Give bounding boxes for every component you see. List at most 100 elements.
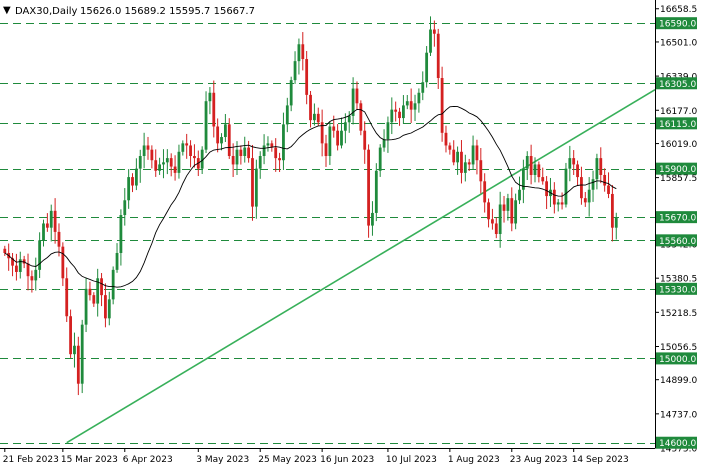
y-tick-label: 16019.0 [660,140,697,150]
candle-body [568,158,572,169]
candle-body [405,101,409,106]
candle-body [467,162,471,165]
candle-body [26,263,30,277]
candle-body [227,124,231,157]
candle-body [212,92,216,127]
ohlc-label: 15626.0 15689.2 15595.7 15667.7 [80,6,255,17]
candle-body [425,52,429,83]
candle-body [138,156,142,169]
candle-body [297,44,301,62]
candle-body [49,210,53,228]
candle-body [552,189,556,205]
candle-body [556,202,560,205]
candle-body [460,151,463,173]
candle-body [564,168,568,205]
candle-body [402,105,405,119]
candle-body [282,124,285,161]
candle-body [216,126,220,144]
x-tick-label: 15 Mar 2023 [61,455,118,465]
candle-body [560,202,564,205]
candle-body [386,122,390,140]
candle-body [185,143,189,146]
candle-body [57,231,61,247]
x-tick-label: 25 May 2023 [258,455,317,465]
candle-body [251,158,254,207]
candle-body [173,166,177,173]
candle-body [88,288,92,296]
candle-body [572,158,576,165]
x-tick-label: 21 Feb 2023 [3,455,59,465]
candle-body [107,299,111,319]
candle-body [332,126,336,131]
candle-body [498,204,502,235]
candle-body [177,151,181,173]
candle-body [583,198,587,203]
candle-body [266,143,270,146]
candle-body [398,111,401,119]
y-tick-label: 16658.5 [660,5,697,15]
candle-body [65,278,69,317]
candle-body [483,181,487,203]
level-label: 14600.0 [659,439,696,449]
candle-body [239,149,243,157]
candle-body [146,145,150,150]
candle-body [158,164,161,171]
price-chart[interactable]: 16658.516501.016339.016177.016019.015857… [0,0,701,468]
candle-body [374,170,378,213]
candle-body [417,92,421,104]
candle-body [587,189,591,203]
candle-body [84,288,88,325]
candle-body [359,103,363,131]
candle-body [580,177,583,199]
x-axis-ticks: 21 Feb 2023 15 Mar 2023 6 Apr 2023 3 May 20… [3,448,629,465]
symbol-label: DAX30,Daily [15,6,78,17]
candle-body [614,217,618,228]
candle-body [223,124,227,138]
candle-body [69,316,72,355]
x-tick-label: 10 Jul 2023 [386,455,437,465]
candle-body [371,212,374,226]
candle-body [533,164,537,175]
candle-body [444,132,448,146]
candle-body [518,189,521,201]
candle-body [235,149,239,165]
candle-body [390,109,394,123]
candle-body [382,139,386,148]
candle-body [3,248,7,253]
candle-body [409,101,413,110]
level-label: 15670.0 [659,214,696,224]
y-tick-label: 15056.5 [660,343,697,353]
y-tick-label: 15218.5 [660,309,697,319]
candle-body [336,130,340,146]
candle-body [347,115,351,123]
candle-body [456,151,459,163]
candle-body [610,193,614,228]
y-tick-label: 16501.0 [660,38,697,48]
candle-body [487,202,490,220]
chart-header: ▼ DAX30,Daily 15626.0 15689.2 15595.7 15… [3,5,255,17]
candle-body [529,156,533,175]
candle-body [142,145,146,157]
candle-body [525,156,529,169]
x-tick-label: 6 Apr 2023 [123,455,173,465]
candle-body [378,147,382,171]
candle-body [127,177,131,201]
x-tick-label: 14 Sep 2023 [572,455,629,465]
y-axis-ticks: 16658.516501.016339.016177.016019.015857… [655,5,697,455]
candle-body [285,105,289,125]
candle-body [154,160,158,171]
candle-body [502,204,506,211]
candle-body [254,168,258,207]
candle-body [115,252,119,270]
candle-body [340,130,343,146]
collapse-arrow-icon[interactable]: ▼ [3,5,11,16]
candle-body [100,278,103,296]
level-label: 16115.0 [659,120,696,130]
candle-body [432,29,436,34]
candle-body [243,147,247,157]
candle-body [328,126,332,157]
y-tick-label: 15857.5 [660,174,697,184]
candle-body [231,156,235,165]
candle-body [119,215,123,253]
candle-body [293,61,297,81]
